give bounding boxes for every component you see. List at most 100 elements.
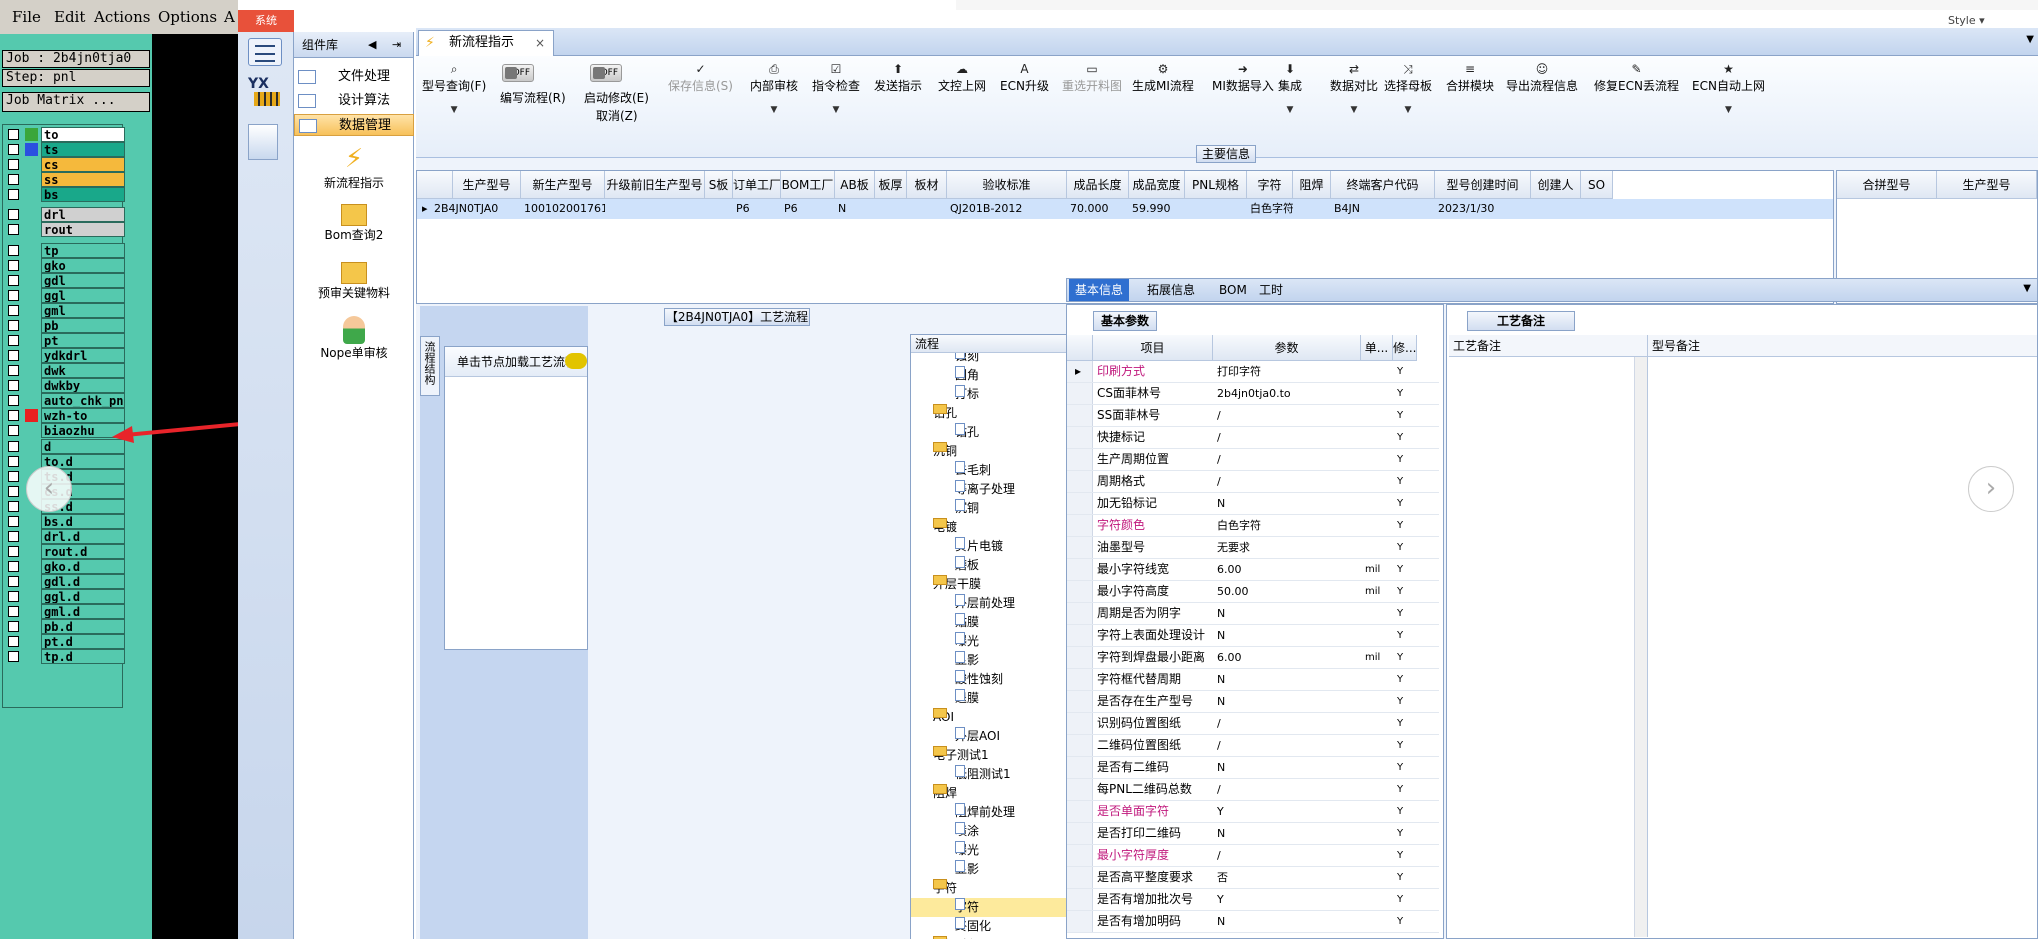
- layer-checkbox[interactable]: [8, 380, 19, 391]
- menu-a[interactable]: A: [224, 8, 235, 26]
- param-row[interactable]: 是否单面字符 Y Y: [1067, 801, 1439, 823]
- col-header[interactable]: 板材: [907, 171, 947, 199]
- layer-checkbox[interactable]: [8, 144, 19, 155]
- nav-design-algorithm[interactable]: 设计算法: [294, 90, 414, 112]
- layer-checkbox[interactable]: [8, 189, 19, 200]
- param-row[interactable]: CS面菲林号 2b4jn0tja0.to Y: [1067, 383, 1439, 405]
- param-row[interactable]: 周期是否为阴字 N Y: [1067, 603, 1439, 625]
- grid-cell[interactable]: QJ201B-2012: [947, 199, 1067, 219]
- layer-row[interactable]: tp: [5, 243, 125, 258]
- param-row[interactable]: ▸▸印刷方式打印字符Y: [1067, 361, 1439, 383]
- toolbar-button[interactable]: ⬇ 集成 ▼: [1278, 62, 1302, 118]
- toolbar-button[interactable]: ★ ECN自动上网 ▼: [1692, 62, 1765, 118]
- grid-cell[interactable]: [1581, 199, 1613, 219]
- grid-cell[interactable]: P6: [781, 199, 835, 219]
- nav-data-management[interactable]: 数据管理: [294, 114, 414, 136]
- param-value[interactable]: 2b4jn0tja0.to: [1217, 383, 1361, 404]
- param-row[interactable]: 是否有增加批次号 Y Y: [1067, 889, 1439, 911]
- layer-row[interactable]: biaozhu: [5, 423, 125, 438]
- param-value[interactable]: N: [1217, 669, 1361, 690]
- process-remark-textarea[interactable]: [1449, 357, 1635, 937]
- layer-checkbox[interactable]: [8, 576, 19, 587]
- param-value[interactable]: /: [1217, 449, 1361, 470]
- layer-checkbox[interactable]: [8, 441, 19, 452]
- tab-dropdown-icon[interactable]: ▼: [2026, 34, 2034, 45]
- layer-row[interactable]: pt.d: [5, 634, 125, 649]
- param-row[interactable]: 加无铅标记 N Y: [1067, 493, 1439, 515]
- toolbar-button[interactable]: ▭ 重选开料图: [1062, 62, 1122, 94]
- param-row[interactable]: 二维码位置图纸 / Y: [1067, 735, 1439, 757]
- param-col-header[interactable]: 修...: [1393, 335, 1417, 361]
- param-value[interactable]: 白色字符: [1217, 515, 1361, 536]
- col-header[interactable]: 生产型号: [1937, 171, 2037, 199]
- toolbar-button[interactable]: ➜ MI数据导入: [1212, 62, 1274, 94]
- tool-bom-query[interactable]: Bom查询2: [294, 204, 414, 243]
- layer-row[interactable]: pt: [5, 333, 125, 348]
- layer-checkbox[interactable]: [8, 621, 19, 632]
- col-header[interactable]: 终端客户代码: [1331, 171, 1435, 199]
- toolbar-button[interactable]: ⇄ 数据对比 ▼: [1330, 62, 1378, 118]
- param-col-header[interactable]: 参数: [1213, 335, 1361, 361]
- col-header[interactable]: 成品长度: [1067, 171, 1129, 199]
- param-value[interactable]: /: [1217, 427, 1361, 448]
- toolbar-button[interactable]: ⎙ 内部审核 ▼: [750, 62, 798, 118]
- col-header[interactable]: 创建人: [1531, 171, 1581, 199]
- layer-checkbox[interactable]: [8, 651, 19, 662]
- menu-edit[interactable]: Edit: [54, 8, 85, 26]
- tool-key-material[interactable]: 预审关键物料: [294, 262, 414, 301]
- param-value[interactable]: N: [1217, 757, 1361, 778]
- col-header[interactable]: SO: [1581, 171, 1613, 199]
- cancel-button[interactable]: 取消(Z): [596, 108, 638, 124]
- toolbar-button[interactable]: ≡ 合拼模块: [1446, 62, 1494, 94]
- layer-checkbox[interactable]: [8, 159, 19, 170]
- layer-checkbox[interactable]: [8, 425, 19, 436]
- menu-actions[interactable]: Actions: [94, 8, 150, 26]
- layer-checkbox[interactable]: [8, 275, 19, 286]
- layer-row[interactable]: gko.d: [5, 559, 125, 574]
- layer-row[interactable]: auto_chk_pn: [5, 393, 125, 408]
- toolbar-button[interactable]: A ECN升级: [1000, 62, 1049, 94]
- toolbar-button[interactable]: ☑ 指令检查 ▼: [812, 62, 860, 118]
- layer-checkbox[interactable]: [8, 486, 19, 497]
- param-value[interactable]: /: [1217, 735, 1361, 756]
- layer-row[interactable]: gko: [5, 258, 125, 273]
- param-value[interactable]: Y: [1217, 889, 1361, 910]
- col-header[interactable]: AB板: [835, 171, 875, 199]
- param-value[interactable]: 6.00: [1217, 559, 1361, 580]
- col-header[interactable]: 板厚: [875, 171, 907, 199]
- grid-cell[interactable]: [907, 199, 947, 219]
- layer-checkbox[interactable]: [8, 516, 19, 527]
- layer-checkbox[interactable]: [8, 350, 19, 361]
- param-value[interactable]: 打印字符: [1217, 361, 1361, 382]
- layer-checkbox[interactable]: [8, 591, 19, 602]
- param-value[interactable]: /: [1217, 405, 1361, 426]
- col-header[interactable]: 生产型号: [453, 171, 521, 199]
- grid-cell[interactable]: B4JN: [1331, 199, 1435, 219]
- layer-row[interactable]: rout: [5, 222, 125, 237]
- param-row[interactable]: 是否打印二维码 N Y: [1067, 823, 1439, 845]
- layer-row[interactable]: pb: [5, 318, 125, 333]
- param-row[interactable]: 字符到焊盘最小距离 6.00 mil Y: [1067, 647, 1439, 669]
- toolbar-button[interactable]: ⚙ 生成MI流程: [1132, 62, 1194, 94]
- col-header[interactable]: 阻焊: [1293, 171, 1331, 199]
- layer-row[interactable]: ggl: [5, 288, 125, 303]
- calculator-icon[interactable]: [248, 124, 278, 160]
- param-value[interactable]: /: [1217, 845, 1361, 866]
- tabs-dropdown-icon[interactable]: ▼: [2023, 283, 2031, 294]
- model-query-button[interactable]: ⌕ 型号查询(F) ▼: [422, 62, 486, 118]
- col-header[interactable]: 字符: [1247, 171, 1293, 199]
- layer-row[interactable]: gdl: [5, 273, 125, 288]
- grid-cell[interactable]: 2B4JN0TJA0: [431, 199, 521, 219]
- col-header[interactable]: 验收标准: [947, 171, 1067, 199]
- layer-row[interactable]: to: [5, 127, 125, 142]
- layer-row[interactable]: drl.d: [5, 529, 125, 544]
- col-header[interactable]: 成品宽度: [1129, 171, 1185, 199]
- param-row[interactable]: SS面菲林号 / Y: [1067, 405, 1439, 427]
- layer-row[interactable]: tp.d: [5, 649, 125, 664]
- info-tab[interactable]: BOM: [1213, 279, 1253, 301]
- layer-checkbox[interactable]: [8, 335, 19, 346]
- toolbar-button[interactable]: ✎ 修复ECN丢流程: [1594, 62, 1679, 94]
- param-row[interactable]: 周期格式 / Y: [1067, 471, 1439, 493]
- layer-checkbox[interactable]: [8, 501, 19, 512]
- layer-row[interactable]: ts: [5, 142, 125, 157]
